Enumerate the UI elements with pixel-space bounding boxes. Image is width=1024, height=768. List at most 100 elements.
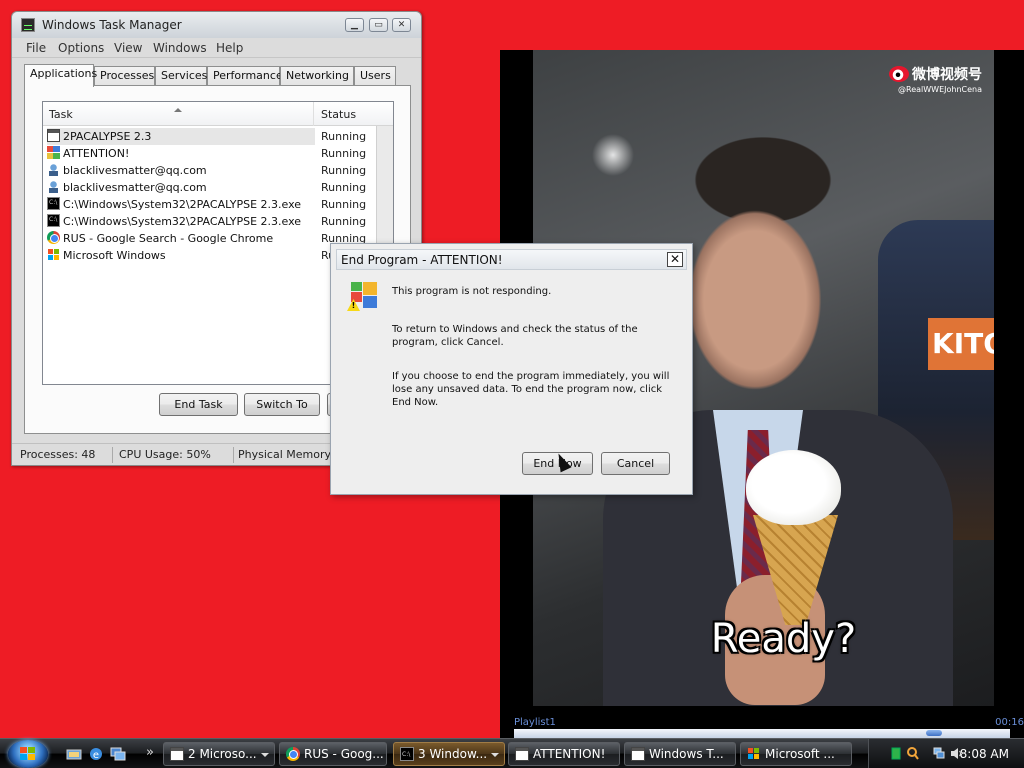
tab-applications[interactable]: Applications [24, 64, 97, 87]
taskbar-button-label: Windows T... [649, 747, 724, 761]
task-name: ATTENTION! [63, 147, 130, 160]
task-name: 2PACALYPSE 2.3 [63, 130, 152, 143]
end-program-dialog: End Program - ATTENTION! ✕ This program … [330, 243, 693, 495]
show-desktop-icon[interactable] [66, 746, 82, 762]
task-name: C:\Windows\System32\2PACALYPSE 2.3.exe [63, 215, 302, 228]
minimize-button[interactable]: ▁ [345, 18, 364, 32]
dialog-title: End Program - ATTENTION! [341, 253, 503, 267]
task-status: Running [321, 147, 367, 160]
task-row[interactable]: blacklivesmatter@qq.com [47, 179, 315, 196]
menu-help[interactable]: Help [216, 41, 243, 55]
task-row[interactable]: Microsoft Windows [47, 247, 315, 264]
tab-networking[interactable]: Networking [280, 66, 354, 86]
cmd-icon [47, 194, 60, 211]
list-header: Task Status [43, 102, 393, 126]
shop-sign: KITO [928, 318, 994, 370]
taskbar: e » 2 Microso... RUS - Goog... 3 Window...… [0, 738, 1024, 768]
task-manager-icon [631, 747, 645, 761]
task-status: Running [321, 181, 367, 194]
task-name: C:\Windows\System32\2PACALYPSE 2.3.exe [63, 198, 302, 211]
taskbar-button[interactable]: Microsoft ... [740, 742, 852, 766]
task-row[interactable]: 2PACALYPSE 2.3 [47, 128, 315, 145]
taskbar-button[interactable]: 3 Window... [393, 742, 505, 766]
window-title: Windows Task Manager [42, 18, 182, 32]
maximize-button[interactable]: ▭ [369, 18, 388, 32]
start-button[interactable] [8, 740, 48, 768]
dialog-titlebar[interactable]: End Program - ATTENTION! ✕ [336, 249, 687, 270]
dropdown-arrow-icon [491, 753, 499, 757]
network-icon[interactable] [933, 747, 945, 760]
cmd-icon [47, 211, 60, 228]
menu-file[interactable]: File [26, 41, 46, 55]
taskbar-button[interactable]: Windows T... [624, 742, 736, 766]
processes-count: Processes: 48 [20, 448, 96, 461]
column-separator[interactable] [313, 102, 314, 126]
task-row[interactable]: blacklivesmatter@qq.com [47, 162, 315, 179]
task-manager-icon [21, 18, 35, 32]
task-status: Running [321, 130, 367, 143]
svg-text:e: e [93, 750, 99, 761]
clock[interactable]: 8:08 AM [960, 747, 1009, 761]
task-status: Running [321, 164, 367, 177]
switch-to-button[interactable]: Switch To [244, 393, 320, 416]
tab-performance[interactable]: Performance [207, 66, 283, 86]
dialog-message-3: If you choose to end the program immedia… [392, 371, 670, 408]
weibo-logo-icon [889, 66, 909, 82]
task-row[interactable]: C:\Windows\System32\2PACALYPSE 2.3.exe [47, 194, 315, 213]
tab-users[interactable]: Users [354, 66, 396, 86]
window-icon [515, 747, 529, 761]
green-status-icon[interactable] [890, 747, 902, 760]
quick-launch-chevron-icon[interactable]: » [146, 745, 154, 760]
cpu-usage: CPU Usage: 50% [119, 448, 211, 461]
taskbar-button-label: 3 Window... [418, 747, 488, 761]
column-status[interactable]: Status [321, 108, 356, 121]
taskbar-button[interactable]: 2 Microso... [163, 742, 275, 766]
watermark-name: 微博视频号 [912, 67, 982, 83]
menu-options[interactable]: Options [58, 41, 104, 55]
weibo-watermark: 微博视频号 @RealWWEJohnCena [889, 64, 982, 94]
taskbar-button-label: 2 Microso... [188, 747, 257, 761]
cancel-button[interactable]: Cancel [601, 452, 670, 475]
dialog-message-2: To return to Windows and check the statu… [392, 324, 638, 348]
seek-bar[interactable] [514, 729, 1010, 738]
taskbar-button[interactable]: ATTENTION! [508, 742, 620, 766]
end-task-button[interactable]: End Task [159, 393, 238, 416]
dialog-message-1: This program is not responding. [392, 286, 552, 297]
status-separator [233, 447, 234, 463]
close-button[interactable]: ✕ [392, 18, 411, 32]
menu-windows[interactable]: Windows [153, 41, 207, 55]
task-row[interactable]: ATTENTION! [47, 145, 315, 162]
switch-windows-icon[interactable] [110, 746, 126, 762]
playback-time: 00:16 [995, 717, 1024, 728]
windows-icon [47, 248, 60, 261]
column-task[interactable]: Task [49, 108, 73, 121]
menu-view[interactable]: View [114, 41, 142, 55]
not-responding-warning-icon [349, 282, 379, 312]
taskbar-button-label: RUS - Goog... [304, 747, 384, 761]
player-controls: Playlist1 00:16 [500, 706, 1024, 738]
windows-logo-icon [20, 747, 36, 761]
task-status: Running [321, 215, 367, 228]
task-row[interactable]: RUS - Google Search - Google Chrome [47, 230, 315, 247]
menu-bar: File Options View Windows Help [12, 38, 421, 58]
dialog-close-button[interactable]: ✕ [667, 252, 683, 267]
task-name: Microsoft Windows [63, 249, 166, 262]
seek-thumb[interactable] [926, 730, 942, 736]
chrome-icon [286, 747, 300, 761]
chrome-icon [47, 231, 60, 244]
playlist-label[interactable]: Playlist1 [514, 717, 556, 728]
task-row[interactable]: C:\Windows\System32\2PACALYPSE 2.3.exe [47, 211, 315, 230]
tab-processes[interactable]: Processes [94, 66, 155, 86]
ice-cream-scoop [746, 450, 841, 525]
task-manager-titlebar[interactable]: Windows Task Manager ▁ ▭ ✕ [12, 12, 421, 38]
task-status: Running [321, 198, 367, 211]
taskbar-button-label: Microsoft ... [765, 747, 835, 761]
watermark-handle: @RealWWEJohnCena [898, 85, 982, 94]
internet-explorer-icon[interactable]: e [88, 746, 104, 762]
taskbar-button[interactable]: RUS - Goog... [279, 742, 387, 766]
magnifier-icon[interactable] [907, 747, 919, 760]
sort-arrow-icon [174, 108, 182, 112]
tab-services[interactable]: Services [155, 66, 207, 86]
user-icon [47, 180, 60, 193]
status-separator [112, 447, 113, 463]
